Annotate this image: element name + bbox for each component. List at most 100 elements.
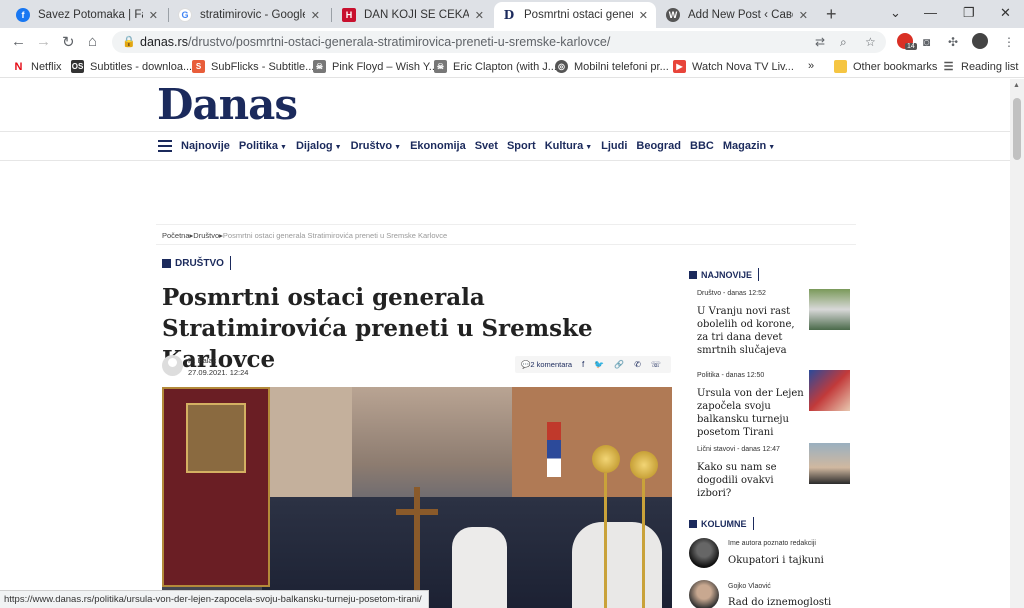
latest-meta: Lični stavovi - danas 12:47 <box>697 446 780 453</box>
lock-icon[interactable]: 🔒 <box>122 35 136 48</box>
bookmark-subtitles[interactable]: OS Subtitles - downloa... <box>71 60 192 73</box>
nav-item-dijalog[interactable]: Dijalog ▼ <box>296 140 342 152</box>
latest-title[interactable]: U Vranju novi rast obolelih od korone, z… <box>697 305 805 357</box>
profile-avatar[interactable] <box>972 33 988 49</box>
bookmark-eric-clapton[interactable]: ☠ Eric Clapton (with J... <box>434 60 557 73</box>
nav-item-najnovije[interactable]: Najnovije <box>181 140 230 152</box>
reading-list-label: Reading list <box>961 60 1019 73</box>
tab-danas[interactable]: D Posmrtni ostaci generala Stratimirović… <box>494 2 656 28</box>
nav-item-beograd[interactable]: Beograd <box>636 140 681 152</box>
site-logo[interactable]: Danas <box>157 80 298 129</box>
breadcrumb-section[interactable]: Društvo <box>193 231 219 240</box>
bookmarks-more: » <box>808 60 815 72</box>
folder-icon <box>834 60 847 73</box>
close-icon[interactable]: ✕ <box>149 9 158 22</box>
bookmarks-more-button[interactable]: » <box>808 60 814 72</box>
zoom-icon[interactable]: ⌕ <box>840 35 847 50</box>
h-icon: H <box>342 8 356 22</box>
column-author-avatar[interactable] <box>689 538 719 568</box>
camera-icon[interactable]: ◙ <box>923 35 930 49</box>
tab-wordpress[interactable]: W Add New Post ‹ Савез удружења ✕ <box>658 2 816 28</box>
restore-button[interactable]: ❐ <box>963 5 975 21</box>
nav-item-politika[interactable]: Politika ▼ <box>239 140 287 152</box>
globe-icon: ◎ <box>555 60 568 73</box>
bookmark-label: Pink Floyd – Wish Y... <box>332 60 438 73</box>
latest-thumbnail[interactable] <box>809 289 850 330</box>
breadcrumb-current: Posmrtni ostaci generala Stratimirovića … <box>222 231 448 240</box>
column-author: Ime autora poznato redakciji <box>728 540 816 547</box>
nav-item-kultura[interactable]: Kultura ▼ <box>545 140 592 152</box>
hamburger-menu-icon[interactable] <box>158 140 172 155</box>
latest-thumbnail[interactable] <box>809 443 850 484</box>
author-avatar[interactable] <box>162 355 183 376</box>
menu-dots-icon[interactable]: ⋮ <box>1003 35 1015 49</box>
facebook-icon: f <box>16 8 30 22</box>
url-text[interactable]: danas.rs/drustvo/posmrtni-ostaci-general… <box>140 35 610 49</box>
tab-search-icon[interactable]: ⌄ <box>890 5 901 21</box>
article-hero-image <box>162 387 672 608</box>
nav-item-drustvo[interactable]: Društvo ▼ <box>351 140 402 152</box>
bookmark-label: Netflix <box>31 60 62 73</box>
nav-item-ljudi[interactable]: Ljudi <box>601 140 627 152</box>
section-square-icon <box>689 519 697 528</box>
viber-share-icon[interactable]: ☏ <box>651 360 661 369</box>
nav-item-svet[interactable]: Svet <box>475 140 498 152</box>
article-author[interactable]: R. Balać <box>188 356 216 365</box>
close-window-button[interactable]: ✕ <box>1000 5 1011 21</box>
breadcrumb-home[interactable]: Početna <box>162 231 190 240</box>
forward-icon[interactable]: → <box>36 33 51 50</box>
tab-google[interactable]: G stratimirovic - Google pretraga ✕ <box>170 2 328 28</box>
other-bookmarks[interactable]: Other bookmarks <box>834 60 937 73</box>
comments-link[interactable]: 💬2 komentara <box>521 360 572 369</box>
facebook-share-icon[interactable]: f <box>582 360 584 369</box>
comment-icon: 💬 <box>521 360 531 369</box>
close-icon[interactable]: ✕ <box>799 9 808 22</box>
latest-title[interactable]: Ursula von der Lejen započela svoju balk… <box>697 387 805 439</box>
bookmark-nova-tv[interactable]: ▶ Watch Nova TV Liv... <box>673 60 794 73</box>
home-icon[interactable]: ⌂ <box>88 33 97 50</box>
nav-item-magazin[interactable]: Magazin ▼ <box>723 140 775 152</box>
back-icon[interactable]: ← <box>11 33 26 50</box>
latest-thumbnail[interactable] <box>809 370 850 411</box>
copy-link-icon[interactable]: 🔗 <box>614 360 624 369</box>
new-tab-button[interactable]: + <box>826 4 837 25</box>
close-icon[interactable]: ✕ <box>311 9 320 22</box>
nav-divider <box>0 131 1010 132</box>
reading-list[interactable]: ☰ Reading list <box>942 60 1019 74</box>
bookmark-netflix[interactable]: N Netflix <box>12 60 62 73</box>
close-icon[interactable]: ✕ <box>475 9 484 22</box>
url-path: /drustvo/posmrtni-ostaci-generala-strati… <box>187 35 611 49</box>
caret-down-icon: ▼ <box>280 144 287 151</box>
extensions-puzzle-icon[interactable]: ✣ <box>948 35 958 49</box>
tab-facebook[interactable]: f Savez Potomaka | Facebook ✕ <box>8 2 166 28</box>
close-icon[interactable]: ✕ <box>639 9 648 22</box>
tab-h[interactable]: H DAN KOJI SE ČEKAO 113 GODINA ✕ <box>334 2 492 28</box>
nav-item-ekonomija[interactable]: Ekonomija <box>410 140 466 152</box>
bookmark-pink-floyd[interactable]: ☠ Pink Floyd – Wish Y... <box>313 60 438 73</box>
translate-icon[interactable]: ⇄ <box>815 35 825 49</box>
bookmark-star-icon[interactable]: ☆ <box>865 35 876 49</box>
netflix-icon: N <box>14 60 23 73</box>
tab-label: stratimirovic - Google pretraga <box>200 9 305 21</box>
column-author-avatar[interactable] <box>689 580 719 608</box>
breadcrumb: Početna▸Društvo▸Posmrtni ostaci generala… <box>162 231 447 240</box>
tab-label: Add New Post ‹ Савез удружења <box>688 9 793 21</box>
latest-meta: Društvo - danas 12:52 <box>697 290 766 297</box>
minimize-button[interactable]: — <box>924 5 937 20</box>
bookmark-label: SubFlicks - Subtitle... <box>211 60 315 73</box>
scrollbar-thumb[interactable] <box>1013 98 1021 160</box>
bookmark-mobilni[interactable]: ◎ Mobilni telefoni pr... <box>555 60 669 73</box>
scroll-up-icon[interactable]: ▲ <box>1013 82 1020 89</box>
column-title[interactable]: Rad do iznemoglosti <box>728 597 831 608</box>
article-section-label[interactable]: DRUŠTVO <box>162 256 231 270</box>
latest-title[interactable]: Kako su nam se dogodili ovakvi izbori? <box>697 461 805 500</box>
nav-item-bbc[interactable]: BBC <box>690 140 714 152</box>
bookmark-subflicks[interactable]: S SubFlicks - Subtitle... <box>192 60 314 73</box>
whatsapp-share-icon[interactable]: ✆ <box>634 360 641 369</box>
main-nav: Najnovije Politika ▼ Dijalog ▼ Društvo ▼ Ek… <box>181 140 775 152</box>
nav-item-sport[interactable]: Sport <box>507 140 536 152</box>
reload-icon[interactable]: ↻ <box>62 33 75 51</box>
column-title[interactable]: Okupatori i tajkuni <box>728 555 824 566</box>
twitter-share-icon[interactable]: 🐦 <box>594 360 604 369</box>
tab-separator <box>331 8 332 22</box>
